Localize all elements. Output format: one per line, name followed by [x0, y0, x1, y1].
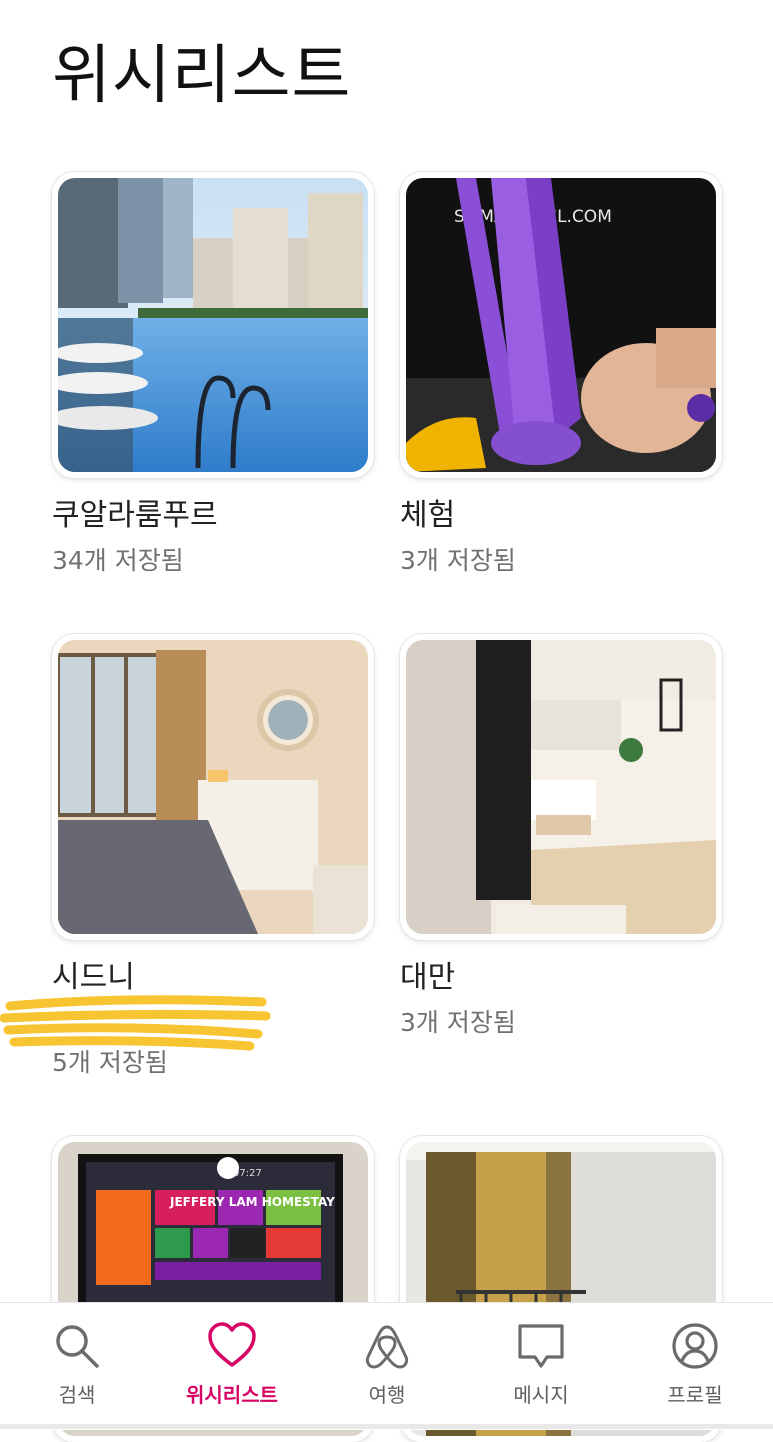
- bottom-nav: 검색 위시리스트 여행 메시지 프로필: [0, 1302, 773, 1430]
- profile-icon: [672, 1323, 718, 1369]
- wishlist-name: 대만: [400, 960, 456, 995]
- message-icon: [518, 1324, 564, 1368]
- wishlist-name: 쿠알라룸푸르: [52, 498, 218, 533]
- wishlist-saved-count: 5개 저장됨: [52, 1048, 168, 1077]
- wishlist-thumbnail[interactable]: [52, 634, 374, 940]
- nav-item-trips[interactable]: 여행: [322, 1303, 452, 1430]
- wishlist-saved-count: 3개 저장됨: [400, 1008, 516, 1037]
- nav-label: 프로필: [667, 1383, 723, 1407]
- wishlist-name: 시드니: [52, 960, 135, 995]
- taiwan-apartment-image: [406, 640, 716, 934]
- redaction-scribble: [0, 995, 271, 1051]
- nav-item-profile[interactable]: 프로필: [630, 1303, 760, 1430]
- page-title: 위시리스트: [52, 39, 352, 113]
- wishlist-saved-count: 34개 저장됨: [52, 546, 184, 575]
- search-icon: [56, 1325, 99, 1368]
- wishlist-saved-count: 3개 저장됨: [400, 546, 516, 575]
- kuala-lumpur-pool-image: [58, 178, 368, 472]
- wishlist-card-experience[interactable]: SLIMANKECIL.COM 체험 3개 저장됨: [400, 172, 722, 575]
- wishlist-thumbnail[interactable]: [52, 172, 374, 478]
- nav-item-wishlist[interactable]: 위시리스트: [167, 1303, 297, 1430]
- homestay-sign-text: JEFFERY LAM HOMESTAY: [169, 1195, 335, 1209]
- nav-item-search[interactable]: 검색: [12, 1303, 142, 1430]
- wishlist-card-sydney[interactable]: 시드니 5개 저장됨: [0, 634, 374, 1077]
- wishlist-card-kuala-lumpur[interactable]: 쿠알라룸푸르 34개 저장됨: [52, 172, 374, 575]
- airbnb-logo-icon: [365, 1325, 409, 1369]
- nav-item-messages[interactable]: 메시지: [476, 1303, 606, 1430]
- slime-experience-image: SLIMANKECIL.COM: [406, 178, 716, 472]
- system-home-bar: [0, 1424, 773, 1429]
- nav-label: 검색: [58, 1383, 96, 1407]
- wishlist-name: 체험: [400, 498, 456, 533]
- wishlist-thumbnail[interactable]: [400, 634, 722, 940]
- sydney-bedroom-image: [58, 640, 368, 934]
- heart-icon: [208, 1322, 256, 1367]
- wishlist-card-taiwan[interactable]: 대만 3개 저장됨: [400, 634, 722, 1037]
- nav-label: 여행: [368, 1383, 406, 1407]
- wishlist-thumbnail[interactable]: SLIMANKECIL.COM: [400, 172, 722, 478]
- nav-label: 메시지: [513, 1383, 569, 1407]
- nav-label: 위시리스트: [186, 1383, 278, 1407]
